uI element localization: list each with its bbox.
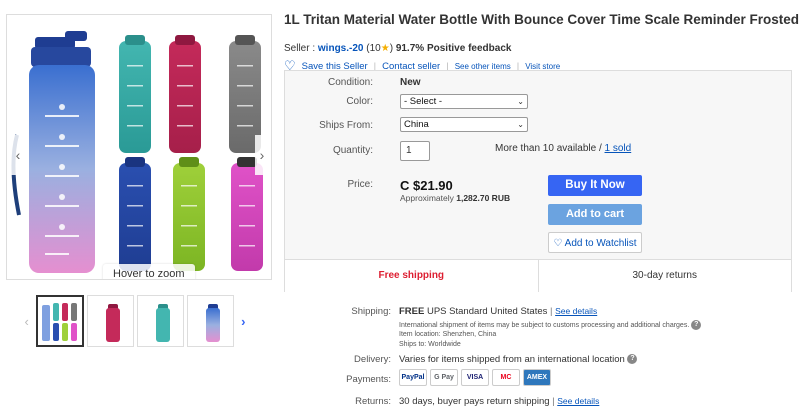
approx-value: 1,282.70 RUB xyxy=(456,193,511,203)
amex-icon: AMEX xyxy=(523,369,551,386)
quantity-input[interactable]: 1 xyxy=(400,141,430,161)
intl-shipping-note: International shipment of items may be s… xyxy=(399,320,702,330)
google-pay-icon: G Pay xyxy=(430,369,458,386)
shipping-label: Shipping: xyxy=(351,306,391,317)
thumbnail-1[interactable] xyxy=(36,295,84,347)
watchlist-label: Add to Watchlist xyxy=(564,238,637,249)
thumbnail-next-icon[interactable]: › xyxy=(237,314,250,329)
color-label: Color: xyxy=(346,96,373,107)
feedback-label: Positive feedback xyxy=(426,43,512,54)
seller-info: Seller : wings.-20 (10★) 91.7% Positive … xyxy=(284,43,511,54)
shipping-returns-strip: Free shipping 30-day returns xyxy=(285,259,791,292)
hover-to-zoom-hint: Hover to zoom xyxy=(103,264,195,279)
returns-label: Returns: xyxy=(355,396,391,407)
price-value: C $21.90 xyxy=(400,178,453,193)
thumbnail-3[interactable] xyxy=(136,295,184,347)
ships-to: Ships to: Worldwide xyxy=(399,341,461,348)
thumbnail-gradient-bottle xyxy=(205,304,220,342)
chevron-right-icon[interactable]: › xyxy=(255,135,269,175)
returns-see-details-link[interactable]: See details xyxy=(557,396,599,406)
main-product-image[interactable]: ‹ › Hover to zoom xyxy=(6,14,272,280)
seller-prefix: Seller : xyxy=(284,43,316,54)
delivery-text: Varies for items shipped from an interna… xyxy=(399,354,625,365)
payments-label: Payments: xyxy=(346,374,391,385)
divider: | xyxy=(550,306,553,317)
help-icon[interactable]: ? xyxy=(691,320,702,330)
paypal-icon: PayPal xyxy=(399,369,427,386)
shipping-value: FREE UPS Standard United States | See de… xyxy=(399,306,597,317)
ships-from-label: Ships From: xyxy=(319,120,373,131)
buy-it-now-button[interactable]: Buy It Now xyxy=(548,175,642,196)
feedback-count-open: (10 xyxy=(366,43,381,54)
item-location: Item location: Shenzhen, China xyxy=(399,331,497,338)
available-text: More than 10 available / xyxy=(495,143,602,154)
free-shipping-badge: Free shipping xyxy=(285,260,539,292)
returns-text: 30 days, buyer pays return shipping xyxy=(399,396,550,407)
thumbnail-4[interactable] xyxy=(186,295,234,347)
item-title: 1L Tritan Material Water Bottle With Bou… xyxy=(284,12,800,27)
star-icon: ★ xyxy=(380,43,390,54)
shipping-free: FREE xyxy=(399,306,425,317)
thumbnail-strip: ‹ › xyxy=(20,294,250,348)
water-bottles-illustration xyxy=(11,31,263,273)
purchase-box: Condition: New Color: - Select - ⌄ Ships… xyxy=(284,70,792,292)
add-to-watchlist-button[interactable]: ♡ Add to Watchlist xyxy=(548,232,642,253)
sold-count-link[interactable]: 1 sold xyxy=(605,143,632,154)
thumbnail-2[interactable] xyxy=(86,295,134,347)
thumbnail-teal-bottle xyxy=(155,304,170,342)
chevron-down-icon: ⌄ xyxy=(517,120,524,129)
thumbnail-red-bottle xyxy=(105,304,120,342)
thumbnail-prev-icon[interactable]: ‹ xyxy=(20,314,33,329)
ships-from-select[interactable]: China ⌄ xyxy=(400,117,528,132)
condition-label: Condition: xyxy=(327,77,373,88)
color-select[interactable]: - Select - ⌄ xyxy=(400,94,528,109)
condition-value: New xyxy=(400,77,421,88)
add-to-cart-button[interactable]: Add to cart xyxy=(548,204,642,225)
image-gallery: ‹ › Hover to zoom ‹ › xyxy=(0,0,272,416)
color-select-value: - Select - xyxy=(404,96,443,107)
delivery-value: Varies for items shipped from an interna… xyxy=(399,354,638,365)
approx-prefix: Approximately xyxy=(400,193,454,203)
shipping-service: UPS Standard United States xyxy=(426,306,548,317)
feedback-percent: 91.7% xyxy=(395,43,425,54)
seller-name-link[interactable]: wings.-20 xyxy=(318,43,364,54)
help-icon[interactable]: ? xyxy=(627,354,638,365)
shipping-see-details-link[interactable]: See details xyxy=(555,306,597,316)
mastercard-icon: MC xyxy=(492,369,520,386)
quantity-label: Quantity: xyxy=(332,145,373,156)
returns-value: 30 days, buyer pays return shipping | Se… xyxy=(399,396,599,407)
heart-icon: ♡ xyxy=(553,238,563,249)
delivery-label: Delivery: xyxy=(354,354,391,365)
availability: More than 10 available / 1 sold xyxy=(495,143,631,154)
ships-from-value: China xyxy=(404,119,429,130)
feedback-count-close: ) xyxy=(389,43,394,54)
divider: | xyxy=(552,396,555,407)
chevron-down-icon: ⌄ xyxy=(517,97,524,106)
intl-note-text: International shipment of items may be s… xyxy=(399,321,690,329)
price-label: Price: xyxy=(347,179,373,190)
visa-icon: VISA xyxy=(461,369,489,386)
thumbnail-bottles-set xyxy=(42,303,78,341)
payment-methods: PayPal G Pay VISA MC AMEX xyxy=(399,369,551,386)
approx-price: Approximately 1,282.70 RUB xyxy=(400,193,510,203)
returns-badge: 30-day returns xyxy=(632,270,697,281)
chevron-left-icon[interactable]: ‹ xyxy=(11,135,25,175)
